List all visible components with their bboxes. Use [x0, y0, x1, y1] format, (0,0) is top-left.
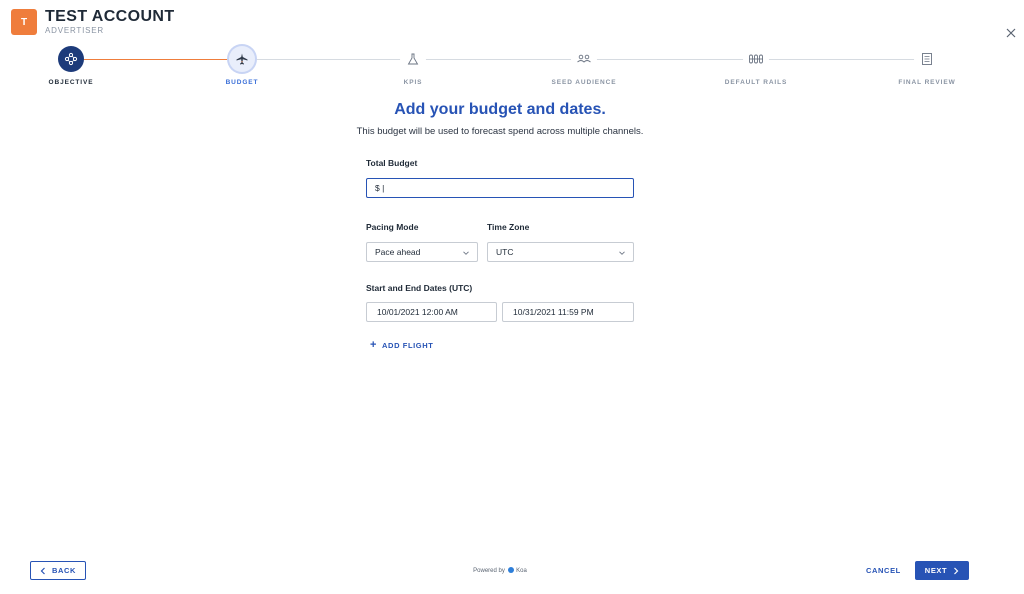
account-role: ADVERTISER: [45, 26, 104, 35]
page-subtitle: This budget will be used to forecast spe…: [356, 126, 644, 137]
next-button[interactable]: NEXT: [915, 561, 969, 580]
network-icon: [58, 46, 84, 72]
people-icon: [571, 46, 597, 72]
step-seed-audience[interactable]: SEED AUDIENCE: [529, 44, 639, 86]
chevron-right-icon: [954, 567, 959, 574]
end-date-input[interactable]: 10/31/2021 11:59 PM: [502, 302, 634, 322]
total-budget-input[interactable]: $ |: [366, 178, 634, 198]
time-zone-select[interactable]: UTC: [487, 242, 634, 262]
close-icon[interactable]: [1004, 26, 1018, 40]
time-zone-label: Time Zone: [487, 222, 530, 232]
dates-label: Start and End Dates (UTC): [366, 283, 473, 293]
powered-by: Powered by Koa: [0, 567, 1000, 574]
account-info: TEST ACCOUNT ADVERTISER: [45, 8, 175, 36]
step-label: DEFAULT RAILS: [724, 79, 788, 86]
checklist-icon: [914, 46, 940, 72]
step-budget[interactable]: BUDGET: [187, 44, 297, 86]
next-label: NEXT: [924, 566, 948, 575]
plus-icon: +: [370, 339, 378, 351]
pacing-mode-select[interactable]: Pace ahead: [366, 242, 478, 262]
cancel-button[interactable]: CANCEL: [866, 566, 901, 575]
powered-prefix: Powered by: [473, 568, 505, 574]
time-zone-value: UTC: [496, 247, 514, 257]
rails-icon: [743, 46, 769, 72]
progress-stepper: OBJECTIVE BUDGET KPIS SEED AUDIENCE DEFA…: [0, 44, 1024, 94]
chevron-down-icon: [463, 251, 469, 255]
step-default-rails[interactable]: DEFAULT RAILS: [701, 44, 811, 86]
powered-brand: Koa: [516, 568, 527, 574]
step-objective[interactable]: OBJECTIVE: [16, 44, 126, 86]
account-avatar: T: [11, 9, 37, 35]
start-date-input[interactable]: 10/01/2021 12:00 AM: [366, 302, 497, 322]
add-flight-label: ADD FLIGHT: [382, 340, 434, 350]
pacing-mode-label: Pacing Mode: [366, 222, 419, 232]
pacing-mode-value: Pace ahead: [375, 247, 421, 257]
airplane-icon: [229, 46, 255, 72]
account-name: TEST ACCOUNT: [45, 8, 175, 25]
add-flight-button[interactable]: + ADD FLIGHT: [370, 339, 434, 351]
page-title: Add your budget and dates.: [394, 101, 606, 118]
step-label: OBJECTIVE: [48, 79, 94, 86]
koa-logo-icon: [507, 567, 514, 573]
step-label: KPIS: [403, 79, 423, 86]
flask-icon: [400, 46, 426, 72]
page: T TEST ACCOUNT ADVERTISER OBJECTIVE BUDG…: [0, 0, 1024, 594]
step-kpis[interactable]: KPIS: [358, 44, 468, 86]
step-final-review[interactable]: FINAL REVIEW: [872, 44, 982, 86]
chevron-down-icon: [619, 251, 625, 255]
step-label: FINAL REVIEW: [898, 79, 956, 86]
total-budget-label: Total Budget: [366, 158, 418, 168]
account-header: T TEST ACCOUNT ADVERTISER: [11, 8, 175, 36]
step-label: BUDGET: [225, 79, 259, 86]
step-label: SEED AUDIENCE: [551, 79, 617, 86]
